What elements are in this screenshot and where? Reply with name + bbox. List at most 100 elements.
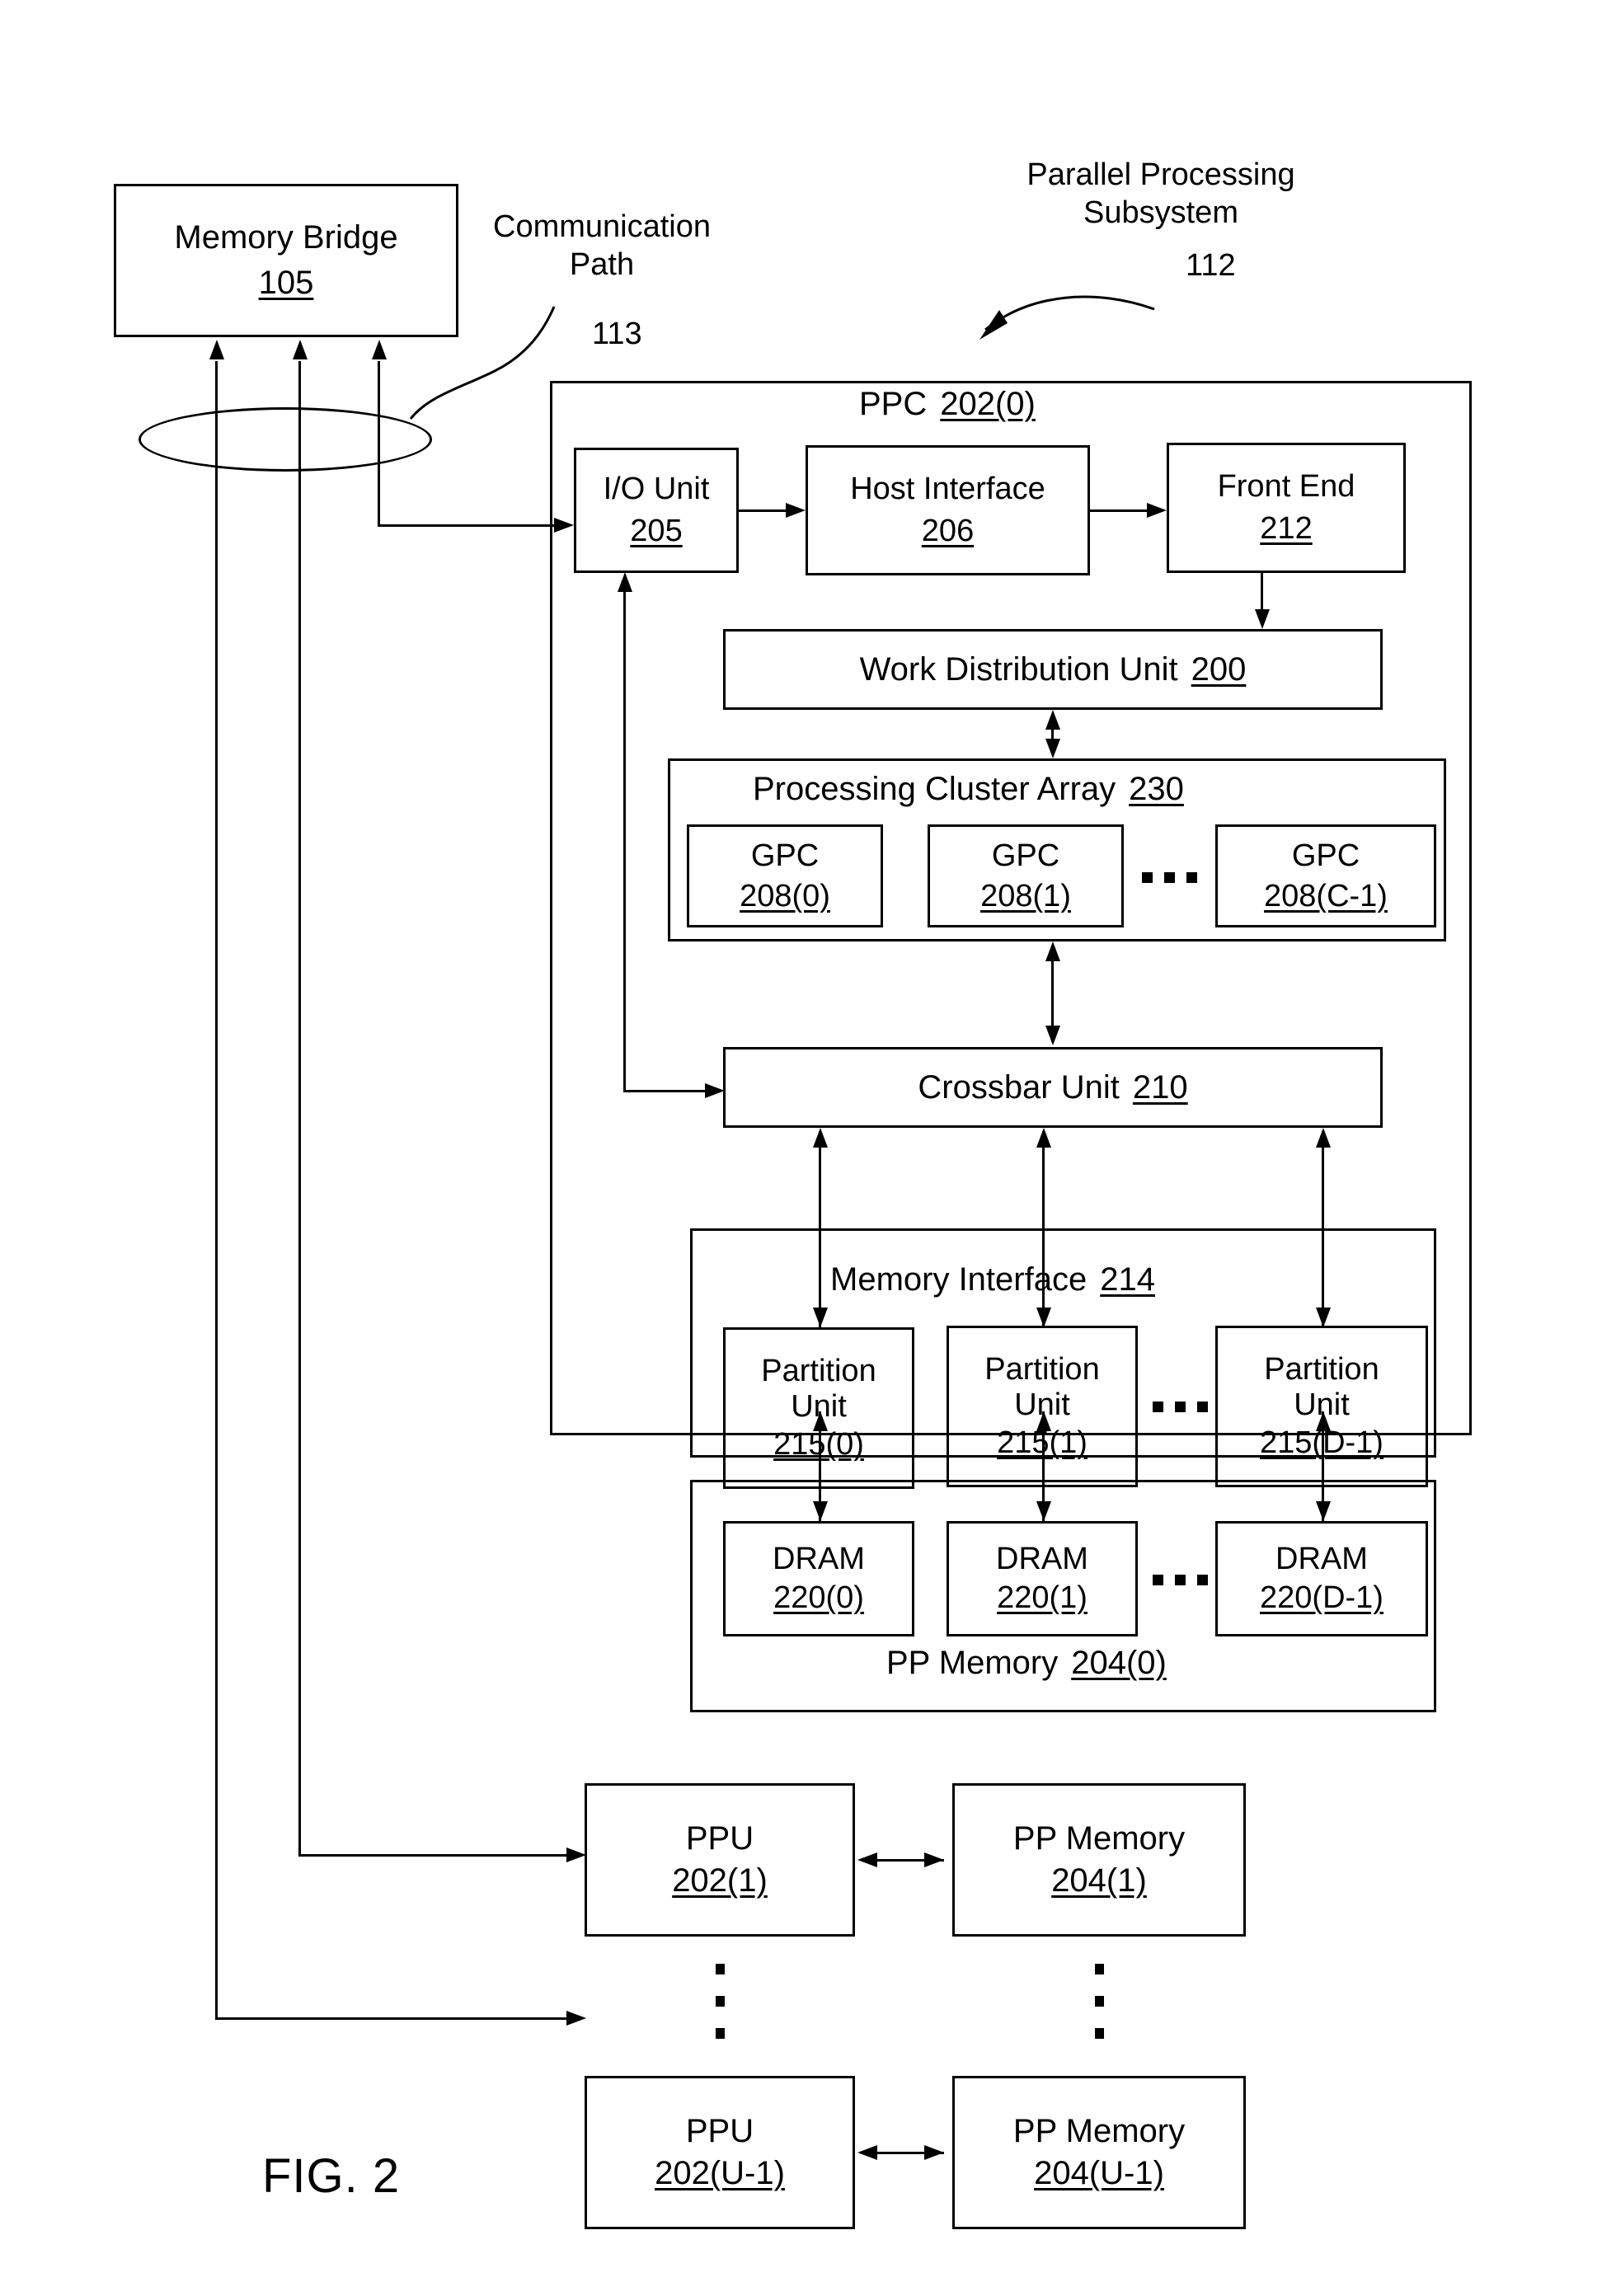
crossbar-partition-line-b (1042, 1131, 1045, 1327)
pp-memory-204-0-number: 204(0) (1071, 1645, 1167, 1681)
gpc-208-1-label: GPC (991, 838, 1060, 873)
frontend-to-wdu-line (1261, 573, 1263, 609)
wdu-to-pca-arrow-up (1045, 710, 1060, 730)
crossbar-partition-arrow-c-down (1316, 1308, 1331, 1327)
bus-to-ppu-202-u-1-arrowhead (566, 2011, 586, 2026)
frontend-to-wdu-arrowhead (1255, 609, 1270, 629)
pp-memory-204-u-1-label: PP Memory (1012, 2113, 1186, 2150)
crossbar-unit-title: Crossbar Unit 210 (918, 1069, 1187, 1106)
communication-path-label-line1: Communication (493, 209, 711, 244)
parallel-processing-subsystem-callout: Parallel Processing Subsystem (988, 157, 1334, 232)
communication-path-callout: Communication Path (462, 209, 742, 284)
io-unit-number: 205 (630, 514, 683, 548)
pp-memory-204-1-label: PP Memory (1012, 1820, 1186, 1857)
communication-path-number: 113 (592, 317, 642, 351)
gpc-208-c-1-box: GPC 208(C-1) (1215, 824, 1436, 927)
gpc-208-0-number: 208(0) (740, 878, 830, 913)
ppc-title: PPC 202(0) (859, 386, 1036, 423)
wdu-to-pca-arrow-down (1045, 739, 1060, 758)
pp-memory-204-1-box: PP Memory 204(1) (952, 1783, 1246, 1937)
bus-to-ppu-202-1-line (298, 1854, 566, 1857)
partition-dram-arrow-a-down (813, 1501, 828, 1521)
gpc-208-1-number: 208(1) (980, 878, 1071, 913)
ppc-label: PPC (859, 386, 928, 422)
host-to-frontend-line (1090, 509, 1147, 512)
crossbar-partition-line-a (819, 1131, 821, 1327)
crossbar-partition-arrow-b-up (1036, 1128, 1051, 1148)
host-interface-box: Host Interface 206 (806, 445, 1090, 575)
processing-cluster-array-label: Processing Cluster Array (753, 771, 1116, 807)
crossbar-unit-box: Crossbar Unit 210 (723, 1047, 1383, 1128)
memory-interface-label: Memory Interface (830, 1261, 1088, 1298)
io-crossbar-arrowhead-up (618, 572, 632, 592)
memory-bridge-arrow-1 (209, 340, 224, 359)
subsystem-label-line2: Subsystem (1083, 195, 1238, 230)
io-crossbar-arrowhead-right (705, 1083, 725, 1098)
crossbar-partition-arrow-a-down (813, 1308, 828, 1327)
pp-memory-204-u-1-number: 204(U-1) (1034, 2155, 1164, 2191)
gpc-208-c-1-number: 208(C-1) (1264, 878, 1388, 913)
bus-to-io-unit-arrowhead (554, 518, 574, 533)
pp-memory-204-0-label: PP Memory (886, 1645, 1059, 1681)
dram-ellipsis (1153, 1575, 1208, 1585)
partition-dram-arrow-c-down (1316, 1501, 1331, 1521)
io-to-host-arrowhead (786, 503, 806, 518)
ppu-202-1-box: PPU 202(1) (585, 1783, 855, 1937)
partition-unit-ellipsis (1153, 1402, 1208, 1412)
pp-memory-vertical-ellipsis (1095, 1964, 1104, 2039)
host-interface-label: Host Interface (850, 472, 1045, 507)
partition-dram-arrow-b-up (1036, 1411, 1051, 1431)
io-unit-box: I/O Unit 205 (574, 448, 739, 573)
pp-memory-204-0-title: PP Memory 204(0) (886, 1645, 1167, 1682)
io-crossbar-horizontal (623, 1090, 705, 1092)
dram-220-0-number: 220(0) (773, 1580, 864, 1615)
communication-path-label-line2: Path (569, 247, 635, 282)
work-distribution-unit-number: 200 (1191, 650, 1247, 688)
dram-220-1-number: 220(1) (997, 1580, 1088, 1615)
memory-bridge-label: Memory Bridge (174, 219, 398, 256)
dram-220-0-box: DRAM 220(0) (723, 1521, 914, 1636)
crossbar-partition-line-c (1322, 1131, 1324, 1327)
ppc-number: 202(0) (940, 386, 1036, 422)
ppu-vertical-ellipsis (716, 1964, 725, 2039)
crossbar-partition-arrow-b-down (1036, 1308, 1051, 1327)
pca-to-crossbar-arrow-down (1045, 1026, 1060, 1045)
ppu-202-u-1-box: PPU 202(U-1) (585, 2076, 855, 2229)
dram-220-d-1-number: 220(D-1) (1260, 1580, 1383, 1615)
patent-figure-2: Memory Bridge 105 Communication Path 113… (0, 0, 1616, 2296)
partition-dram-line-a2 (819, 1411, 821, 1491)
subsystem-label-line1: Parallel Processing (1026, 157, 1295, 192)
dram-220-1-box: DRAM 220(1) (947, 1521, 1138, 1636)
host-to-frontend-arrowhead (1147, 503, 1167, 518)
ppu-202-1-label: PPU (685, 1820, 754, 1857)
dram-220-d-1-box: DRAM 220(D-1) (1215, 1521, 1428, 1636)
ppu-202-u-1-to-memory-arrow-right (924, 2145, 944, 2160)
subsystem-leader-arrowhead (979, 310, 1008, 340)
memory-bridge-number: 105 (258, 265, 314, 301)
dram-220-d-1-label: DRAM (1275, 1542, 1368, 1577)
partition-unit-215-0-line1: Partition (761, 1354, 876, 1389)
gpc-208-1-box: GPC 208(1) (928, 824, 1124, 927)
work-distribution-unit-title: Work Distribution Unit 200 (860, 651, 1247, 688)
partition-dram-arrow-c-up (1316, 1411, 1331, 1431)
work-distribution-unit-label: Work Distribution Unit (859, 650, 1178, 688)
ppu-202-1-to-memory-arrow-right (924, 1852, 944, 1867)
partition-dram-arrow-b-down (1036, 1501, 1051, 1521)
memory-interface-title: Memory Interface 214 (829, 1261, 1157, 1298)
pp-memory-204-u-1-box: PP Memory 204(U-1) (952, 2076, 1246, 2229)
memory-bridge-box: Memory Bridge 105 (114, 184, 458, 337)
bus-to-ppu-202-u-1-line (215, 2017, 566, 2020)
processing-cluster-array-title: Processing Cluster Array 230 (753, 771, 1184, 808)
ppu-202-u-1-number: 202(U-1) (655, 2155, 785, 2191)
memory-bridge-arrow-3 (372, 340, 387, 359)
subsystem-leader-curve (984, 295, 1155, 331)
crossbar-unit-label: Crossbar Unit (918, 1068, 1120, 1106)
front-end-box: Front End 212 (1167, 443, 1406, 573)
figure-caption: FIG. 2 (262, 2149, 401, 2203)
bus-line-middle (298, 361, 301, 1855)
dram-220-0-label: DRAM (773, 1542, 865, 1577)
gpc-ellipsis (1142, 872, 1197, 883)
crossbar-unit-number: 210 (1132, 1068, 1188, 1106)
memory-interface-number: 214 (1100, 1261, 1155, 1298)
gpc-208-0-box: GPC 208(0) (687, 824, 883, 927)
